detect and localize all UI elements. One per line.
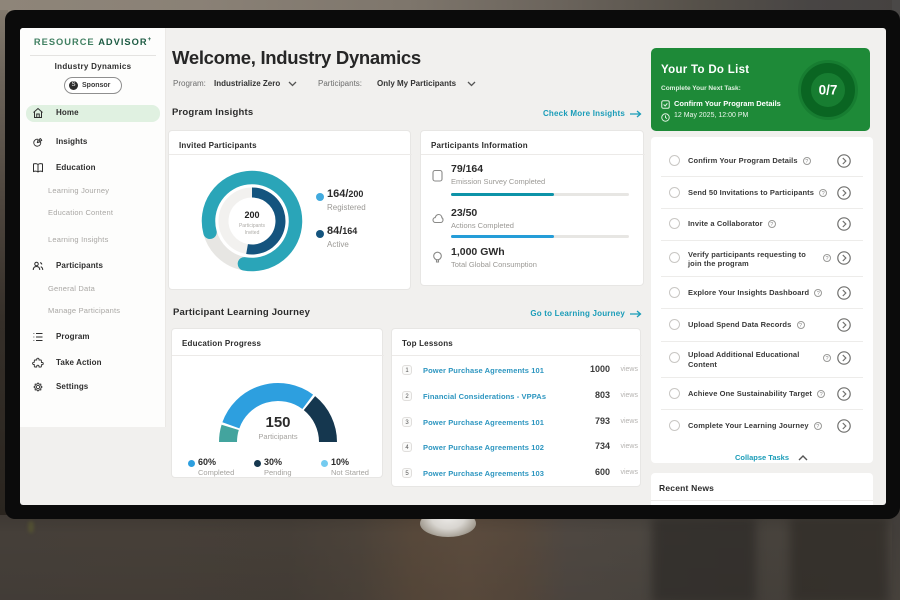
svg-text:0/7: 0/7 (819, 83, 838, 98)
svg-text:Participants: Participants (239, 223, 266, 229)
svg-text:Invited: Invited (245, 230, 260, 236)
svg-text:200: 200 (244, 210, 259, 220)
